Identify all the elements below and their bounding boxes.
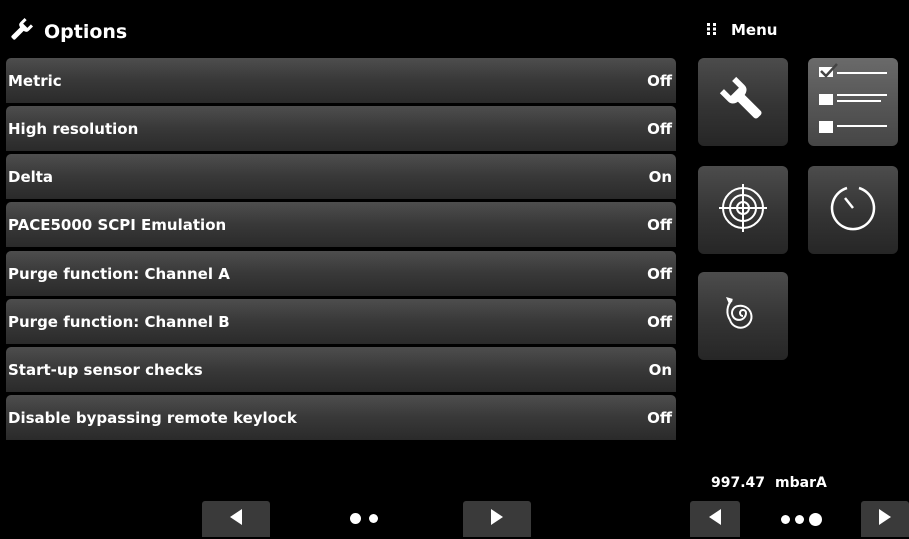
arrow-right-icon <box>878 508 892 530</box>
option-row-purge-channel-a[interactable]: Purge function: Channel A Off <box>6 251 676 296</box>
menu-prev-button[interactable] <box>690 501 740 537</box>
tile-options[interactable] <box>808 58 898 146</box>
option-value: On <box>648 360 672 379</box>
option-value: Off <box>647 71 672 90</box>
pressure-value: 997.47 <box>711 475 766 491</box>
menu-header: Menu <box>707 20 777 39</box>
option-row-startup-sensor-checks[interactable]: Start-up sensor checks On <box>6 347 676 392</box>
tile-control[interactable] <box>698 166 788 254</box>
option-label: Purge function: Channel B <box>8 312 230 331</box>
tile-setup[interactable] <box>698 58 788 146</box>
option-value: Off <box>647 408 672 427</box>
page-dot <box>369 514 378 523</box>
page-dot <box>809 513 822 526</box>
page-dot <box>795 515 804 524</box>
option-label: Purge function: Channel A <box>8 264 230 283</box>
option-row-purge-channel-b[interactable]: Purge function: Channel B Off <box>6 299 676 344</box>
option-label: Metric <box>8 71 62 90</box>
target-icon <box>717 182 769 238</box>
menu-next-button[interactable] <box>861 501 909 537</box>
tile-leak-test[interactable] <box>698 272 788 360</box>
pressure-unit: mbarA <box>775 475 827 491</box>
page-dot <box>781 515 790 524</box>
option-value: Off <box>647 119 672 138</box>
timer-icon <box>827 182 879 238</box>
arrow-right-icon <box>490 508 504 530</box>
wrench-icon <box>718 75 768 129</box>
menu-label: Menu <box>731 20 778 39</box>
option-row-delta[interactable]: Delta On <box>6 154 676 199</box>
option-row-scpi-emulation[interactable]: PACE5000 SCPI Emulation Off <box>6 202 676 247</box>
spiral-arrow-icon <box>718 289 768 343</box>
option-row-metric[interactable]: Metric Off <box>6 58 676 103</box>
page-header: Options <box>8 16 127 48</box>
list-page-indicator <box>350 513 378 524</box>
list-prev-button[interactable] <box>202 501 270 537</box>
option-value: Off <box>647 264 672 283</box>
arrow-left-icon <box>229 508 243 530</box>
tile-timer[interactable] <box>808 166 898 254</box>
wrench-icon <box>8 17 34 47</box>
arrow-left-icon <box>708 508 722 530</box>
list-next-button[interactable] <box>463 501 531 537</box>
checklist-icon <box>815 61 891 143</box>
option-value: Off <box>647 215 672 234</box>
option-label: Start-up sensor checks <box>8 360 203 379</box>
option-value: On <box>648 167 672 186</box>
option-row-disable-remote-keylock[interactable]: Disable bypassing remote keylock Off <box>6 395 676 440</box>
option-row-high-resolution[interactable]: High resolution Off <box>6 106 676 151</box>
option-label: Disable bypassing remote keylock <box>8 408 297 427</box>
pressure-reading: 997.47 mbarA <box>711 475 827 491</box>
option-label: PACE5000 SCPI Emulation <box>8 215 227 234</box>
option-value: Off <box>647 312 672 331</box>
option-label: Delta <box>8 167 54 186</box>
option-label: High resolution <box>8 119 139 138</box>
grid-dots-icon <box>707 20 717 39</box>
page-title: Options <box>44 21 128 43</box>
menu-page-indicator <box>781 513 822 526</box>
page-dot <box>350 513 361 524</box>
